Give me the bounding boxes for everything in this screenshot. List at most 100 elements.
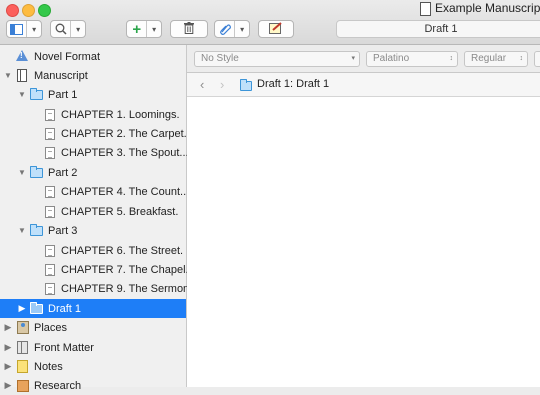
disclosure-triangle-collapsed-icon[interactable]: ▶ — [17, 303, 27, 314]
warning-icon — [16, 50, 28, 61]
disclosure-triangle-collapsed-icon[interactable]: ▶ — [3, 380, 13, 391]
binder-sidebar: Novel Format ▼ Manuscript ▼ Part 1 CHAPT… — [0, 45, 193, 392]
binder-item-manuscript[interactable]: ▼ Manuscript — [0, 66, 186, 85]
binder-item-label: CHAPTER 1. Loomings. — [61, 108, 180, 121]
folder-icon — [30, 88, 43, 100]
binder-item-label: Novel Format — [34, 50, 101, 63]
binder-item-label: Places — [34, 321, 68, 334]
chevron-down-icon: ▾ — [76, 24, 81, 34]
disclosure-triangle-collapsed-icon[interactable]: ▶ — [3, 361, 13, 372]
paperclip-icon — [215, 21, 234, 37]
add-button[interactable]: + ▾ — [126, 20, 162, 38]
document-icon — [45, 206, 55, 218]
disclosure-triangle-collapsed-icon[interactable]: ▶ — [3, 342, 13, 353]
search-icon — [51, 21, 70, 37]
binder-item-chapter-1[interactable]: CHAPTER 1. Loomings. — [0, 105, 186, 124]
minimize-window-button[interactable] — [22, 4, 35, 17]
search-button[interactable]: ▾ — [50, 20, 86, 38]
up-down-chevron-icon: ↕ — [449, 55, 454, 62]
binder-item-label: Part 3 — [48, 224, 78, 237]
binder-item-label: CHAPTER 2. The Carpet... — [61, 127, 193, 140]
disclosure-triangle-collapsed-icon[interactable]: ▶ — [3, 322, 13, 333]
font-weight-value: Regular — [471, 53, 507, 64]
plus-icon: + — [132, 20, 142, 38]
binder-item-chapter-9[interactable]: CHAPTER 9. The Sermon. — [0, 279, 192, 298]
font-weight-select[interactable]: Regular ↕ — [464, 51, 528, 67]
binder-item-label: CHAPTER 9. The Sermon. — [61, 282, 193, 295]
binder-item-notes[interactable]: ▶ Notes — [0, 357, 186, 376]
toolbar-document-title: Draft 1 — [336, 20, 540, 38]
binder-item-label: CHAPTER 7. The Chapel. — [61, 263, 189, 276]
back-arrow-icon[interactable]: ‹ — [200, 77, 204, 92]
binder-item-novel-format[interactable]: Novel Format — [0, 47, 186, 66]
binder-item-research[interactable]: ▶ Research — [0, 376, 186, 395]
chevron-down-icon: ▾ — [240, 24, 245, 34]
close-window-button[interactable] — [6, 4, 19, 17]
zoom-window-button[interactable] — [38, 4, 51, 17]
binder-item-label: Research — [34, 379, 82, 392]
binder-item-part-3[interactable]: ▼ Part 3 — [0, 221, 186, 240]
chevron-down-icon: ▾ — [32, 24, 37, 34]
view-mode-button[interactable]: ▾ — [6, 20, 42, 38]
editor-breadcrumb: Draft 1: Draft 1 — [257, 78, 330, 90]
sidebar-icon — [7, 21, 26, 37]
attachment-button[interactable]: ▾ — [214, 20, 250, 38]
style-select[interactable]: No Style ▾ — [194, 51, 360, 67]
places-icon — [17, 321, 29, 334]
document-icon — [45, 109, 55, 121]
front-matter-icon — [17, 341, 28, 354]
folder-icon — [30, 302, 43, 314]
document-icon — [45, 264, 55, 276]
binder-item-chapter-4[interactable]: CHAPTER 4. The Count... — [0, 182, 190, 201]
trash-icon — [184, 21, 194, 37]
style-select-value: No Style — [201, 53, 239, 64]
binder-item-label: Part 2 — [48, 166, 78, 179]
folder-icon — [240, 79, 252, 91]
binder-item-chapter-6[interactable]: CHAPTER 6. The Street. — [0, 241, 186, 260]
font-family-value: Palatino — [373, 53, 410, 64]
binder-item-places[interactable]: ▶ Places — [0, 318, 186, 337]
editor-text-area[interactable] — [187, 97, 540, 387]
font-size-select[interactable] — [534, 51, 540, 67]
chevron-down-icon: ▾ — [351, 55, 355, 62]
binder-item-label: CHAPTER 5. Breakfast. — [61, 205, 179, 218]
compose-icon — [269, 21, 283, 37]
binder-item-label: CHAPTER 6. The Street. — [61, 244, 184, 257]
chevron-down-icon: ▾ — [152, 24, 157, 34]
binder-item-chapter-7[interactable]: CHAPTER 7. The Chapel. — [0, 260, 189, 279]
binder-item-part-1[interactable]: ▼ Part 1 — [0, 85, 186, 104]
disclosure-triangle-expanded-icon[interactable]: ▼ — [3, 71, 13, 80]
up-down-chevron-icon: ↕ — [519, 55, 524, 62]
editor-header: ‹ › Draft 1: Draft 1 — [187, 73, 540, 97]
document-icon — [45, 245, 55, 257]
document-icon — [420, 2, 431, 16]
binder-item-label: CHAPTER 4. The Count... — [61, 185, 190, 198]
document-icon — [45, 283, 55, 295]
folder-icon — [30, 224, 43, 236]
binder-item-label: Front Matter — [34, 341, 94, 354]
folder-icon — [30, 166, 43, 178]
disclosure-triangle-expanded-icon[interactable]: ▼ — [17, 226, 27, 235]
binder-item-label: Part 1 — [48, 88, 78, 101]
binder-item-part-2[interactable]: ▼ Part 2 — [0, 163, 186, 182]
binder-item-draft-1[interactable]: ▶ Draft 1 — [0, 299, 186, 318]
binder-item-chapter-5[interactable]: CHAPTER 5. Breakfast. — [0, 202, 186, 221]
document-icon — [45, 128, 55, 140]
compose-button[interactable] — [258, 20, 294, 38]
disclosure-triangle-expanded-icon[interactable]: ▼ — [17, 90, 27, 99]
trash-button[interactable] — [170, 20, 208, 38]
binder-item-chapter-3[interactable]: CHAPTER 3. The Spout... — [0, 143, 189, 162]
binder-item-label: Manuscript — [34, 69, 88, 82]
binder-item-label: CHAPTER 3. The Spout... — [61, 146, 189, 159]
document-icon — [45, 147, 55, 159]
binder-item-front-matter[interactable]: ▶ Front Matter — [0, 338, 186, 357]
font-family-select[interactable]: Palatino ↕ — [366, 51, 458, 67]
forward-arrow-icon[interactable]: › — [220, 77, 224, 92]
window-title: Example Manuscript — [435, 1, 540, 15]
research-icon — [17, 380, 29, 392]
binder-item-chapter-2[interactable]: CHAPTER 2. The Carpet... — [0, 124, 193, 143]
binder-item-label: Notes — [34, 360, 63, 373]
disclosure-triangle-expanded-icon[interactable]: ▼ — [17, 168, 27, 177]
binder-item-label: Draft 1 — [48, 302, 82, 315]
document-icon — [45, 186, 55, 198]
